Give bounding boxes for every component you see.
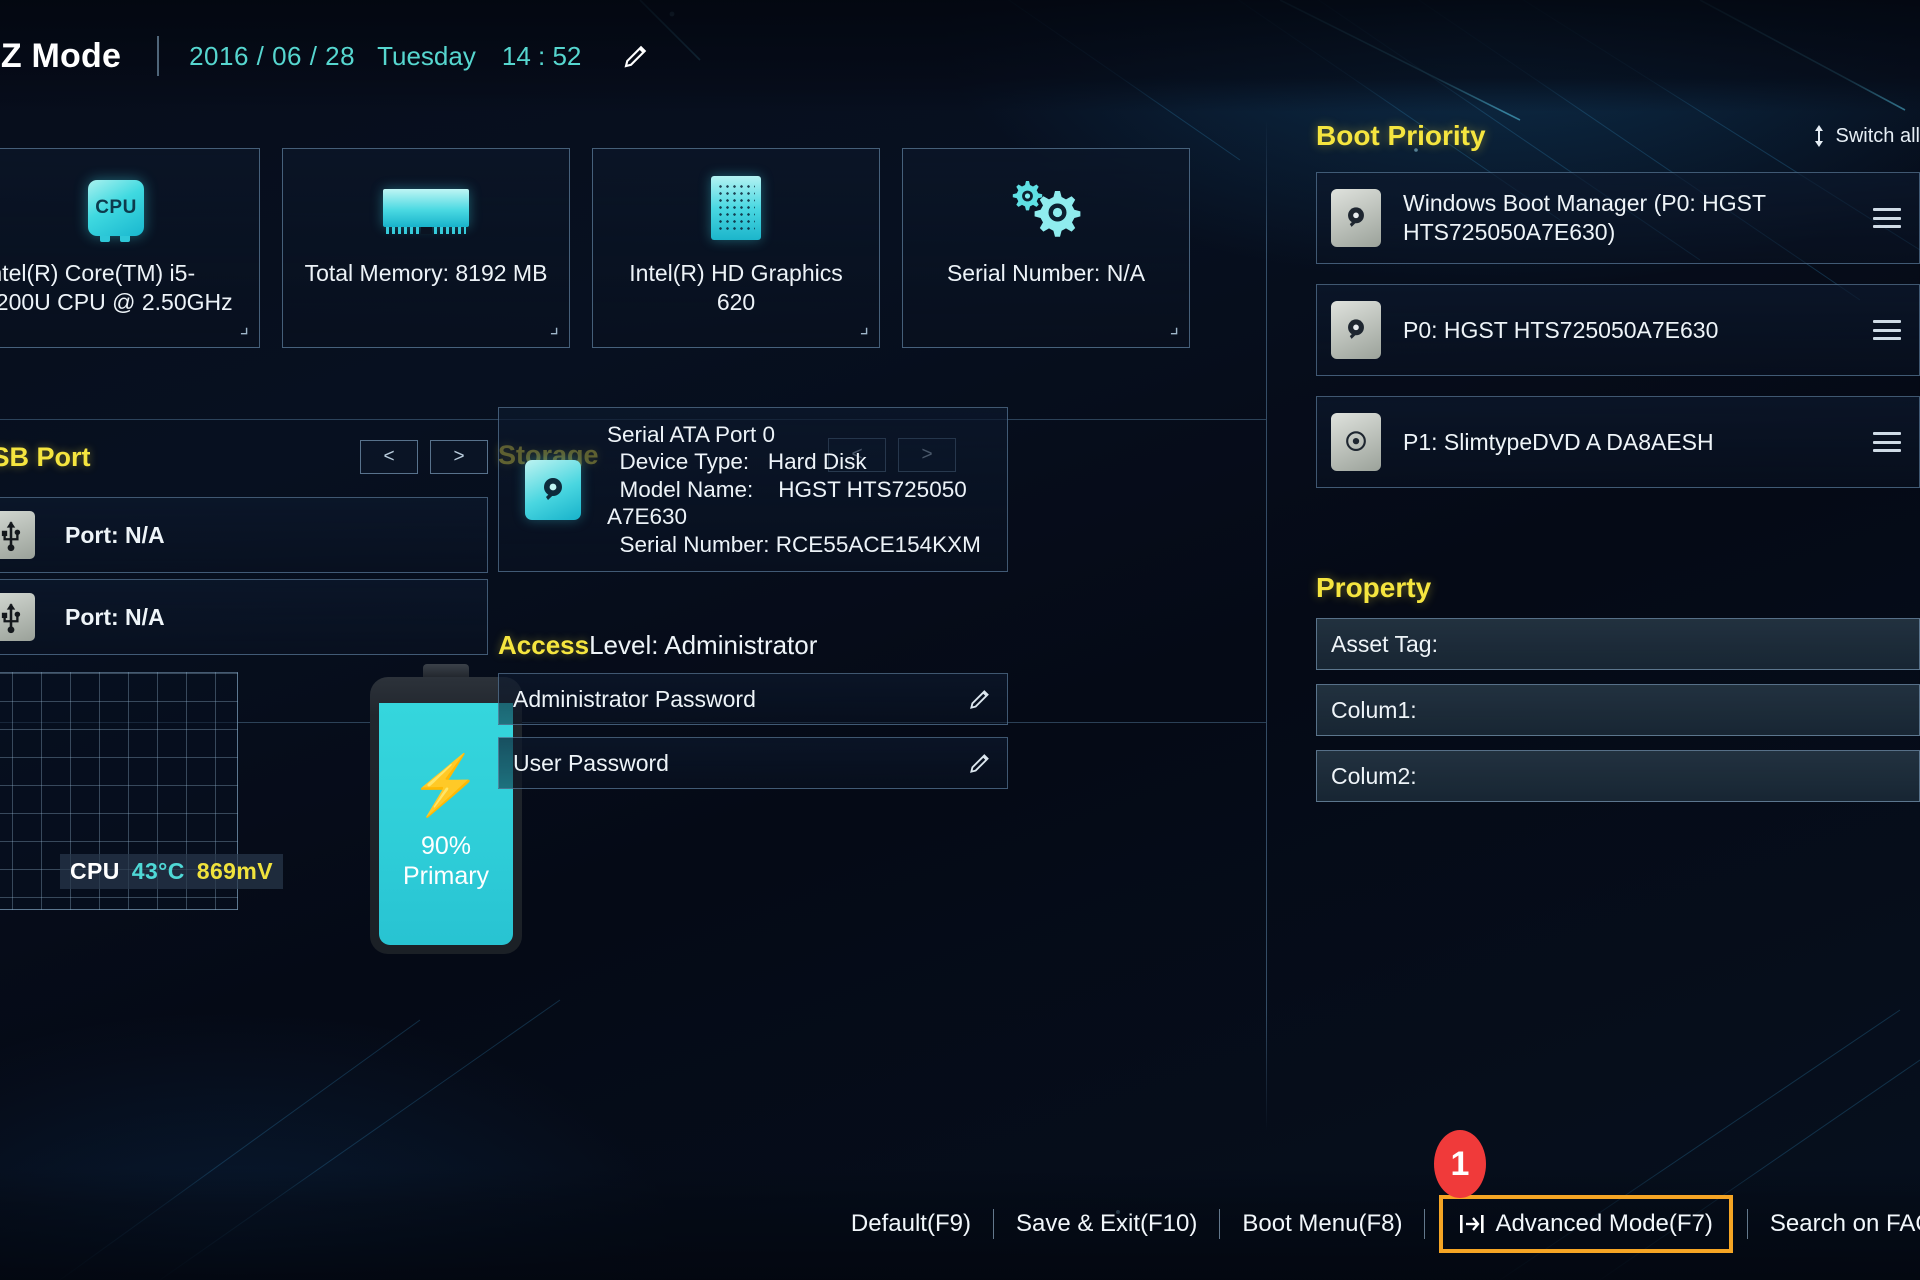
graphics-info-card[interactable]: Intel(R) HD Graphics 620 ⌟ bbox=[592, 148, 880, 348]
hard-disk-icon bbox=[1331, 301, 1381, 359]
usb-port-label: Port: N/A bbox=[65, 521, 165, 548]
bios-ez-mode-screen: EZ Mode 2016 / 06 / 28 Tuesday 14 : 52 C… bbox=[0, 0, 1920, 1280]
usb-port-row[interactable]: Port: N/A bbox=[0, 579, 488, 655]
main-content: CPU Intel(R) Core(TM) i5-7200U CPU @ 2.5… bbox=[0, 112, 1920, 1170]
memory-icon bbox=[383, 171, 469, 245]
boot-priority-title: Boot Priority bbox=[1316, 120, 1486, 151]
advanced-mode-label: Advanced Mode(F7) bbox=[1495, 1210, 1713, 1237]
storage-line: A7E630 bbox=[607, 504, 688, 530]
administrator-password-row[interactable]: Administrator Password bbox=[498, 673, 1008, 725]
search-on-faq-button[interactable]: Search on FAQ bbox=[1748, 1210, 1920, 1238]
boot-menu-f8-button[interactable]: Boot Menu(F8) bbox=[1220, 1210, 1424, 1238]
boot-item-label: Windows Boot Manager (P0: HGST HTS725050… bbox=[1403, 190, 1766, 245]
cpu-info-label: Intel(R) Core(TM) i5-7200U CPU @ 2.50GHz bbox=[0, 260, 233, 316]
battery-percent: 90% bbox=[420, 832, 472, 860]
switch-all-button[interactable]: Switch all bbox=[1811, 124, 1920, 148]
save-exit-f10-button[interactable]: Save & Exit(F10) bbox=[994, 1210, 1219, 1238]
system-date[interactable]: 2016 / 06 / 28 bbox=[189, 41, 355, 72]
boot-item-row[interactable]: P0: HGST HTS725050A7E630 bbox=[1316, 284, 1920, 376]
boot-item-label: P0: HGST HTS725050A7E630 bbox=[1403, 316, 1719, 343]
battery-cap bbox=[423, 664, 469, 677]
expand-corner-icon: ⌟ bbox=[1169, 316, 1179, 338]
drag-handle-icon[interactable] bbox=[1873, 432, 1901, 452]
boot-item-row[interactable]: P1: SlimtypeDVD A DA8AESH bbox=[1316, 396, 1920, 488]
header-divider bbox=[157, 36, 160, 76]
usb-icon bbox=[0, 511, 35, 559]
storage-line: Device Type: Hard Disk bbox=[607, 449, 867, 475]
usb-icon bbox=[0, 593, 35, 641]
system-weekday: Tuesday bbox=[377, 40, 476, 71]
property-row-asset-tag[interactable]: Asset Tag: bbox=[1316, 618, 1920, 670]
access-section: AccessLevel: Administrator Administrator… bbox=[498, 630, 1008, 801]
hard-disk-icon bbox=[525, 459, 581, 520]
access-header: AccessLevel: Administrator bbox=[498, 630, 1008, 661]
storage-device-panel[interactable]: Serial ATA Port 0 Device Type: Hard Disk… bbox=[498, 407, 1008, 572]
usb-port-label: Port: N/A bbox=[65, 603, 165, 630]
drag-handle-icon[interactable] bbox=[1873, 208, 1901, 228]
step-badge: 1 bbox=[1434, 1130, 1486, 1198]
right-column: Boot Priority Switch all Windows Boot Ma… bbox=[1316, 112, 1920, 802]
system-info-cards: CPU Intel(R) Core(TM) i5-7200U CPU @ 2.5… bbox=[0, 148, 1190, 348]
storage-device-details: Serial ATA Port 0 Device Type: Hard Disk… bbox=[607, 421, 981, 558]
usb-section-title: USB Port bbox=[0, 441, 91, 472]
pencil-icon bbox=[624, 45, 647, 68]
battery-source: Primary bbox=[402, 862, 490, 890]
expand-corner-icon: ⌟ bbox=[239, 316, 249, 338]
cpu-voltage-value: 869mV bbox=[196, 858, 273, 884]
page-title: EZ Mode bbox=[0, 36, 122, 75]
boot-item-row[interactable]: Windows Boot Manager (P0: HGST HTS725050… bbox=[1316, 172, 1920, 264]
edit-datetime-button[interactable] bbox=[621, 41, 651, 71]
user-password-label: User Password bbox=[513, 749, 669, 776]
toolbar-divider bbox=[1424, 1209, 1426, 1239]
bottom-toolbar: Default(F9) Save & Exit(F10) Boot Menu(F… bbox=[0, 1168, 1920, 1280]
hard-disk-icon bbox=[1331, 189, 1381, 247]
switch-all-label: Switch all bbox=[1835, 124, 1920, 147]
default-f9-button[interactable]: Default(F9) bbox=[829, 1210, 993, 1238]
serial-number-label: Serial Number: N/A bbox=[946, 260, 1146, 286]
storage-line: Serial ATA Port 0 bbox=[607, 421, 775, 447]
pencil-icon[interactable] bbox=[967, 750, 993, 776]
drag-handle-icon[interactable] bbox=[1873, 320, 1901, 340]
expand-corner-icon: ⌟ bbox=[549, 316, 559, 338]
top-header-bar: EZ Mode 2016 / 06 / 28 Tuesday 14 : 52 bbox=[0, 0, 1920, 112]
enter-arrow-icon bbox=[1459, 1213, 1485, 1235]
storage-line: Model Name: HGST HTS725050 bbox=[607, 476, 967, 502]
advanced-mode-f7-button[interactable]: Advanced Mode(F7) bbox=[1439, 1195, 1733, 1253]
battery-fill: ⚡ 90% Primary bbox=[379, 703, 513, 945]
expand-corner-icon: ⌟ bbox=[859, 316, 869, 338]
memory-info-card[interactable]: Total Memory: 8192 MB ⌟ bbox=[282, 148, 570, 348]
access-level-text: Level: Administrator bbox=[589, 630, 818, 660]
usb-pager: < > bbox=[360, 440, 488, 474]
usb-next-button[interactable]: > bbox=[430, 440, 488, 474]
optical-disc-icon bbox=[1331, 413, 1381, 471]
storage-line: Serial Number: RCE55ACE154KXM bbox=[607, 531, 981, 557]
usb-prev-button[interactable]: < bbox=[360, 440, 418, 474]
graphics-info-label: Intel(R) HD Graphics 620 bbox=[629, 260, 843, 316]
access-title: Access bbox=[498, 630, 590, 660]
lightning-bolt-icon: ⚡ bbox=[409, 753, 483, 818]
cpu-temperature-value: 43°C bbox=[131, 858, 185, 884]
gpu-icon bbox=[711, 171, 761, 245]
property-row-colum1[interactable]: Colum1: bbox=[1316, 684, 1920, 736]
cpu-icon: CPU bbox=[88, 171, 144, 245]
property-title: Property bbox=[1316, 572, 1432, 603]
cpu-readout: CPU 43°C 869mV bbox=[60, 854, 283, 889]
system-time[interactable]: 14 : 52 bbox=[502, 41, 582, 72]
pencil-icon[interactable] bbox=[967, 686, 993, 712]
user-password-row[interactable]: User Password bbox=[498, 737, 1008, 789]
serial-number-card[interactable]: Serial Number: N/A ⌟ bbox=[902, 148, 1190, 348]
up-down-arrow-icon bbox=[1814, 125, 1823, 147]
property-row-colum2[interactable]: Colum2: bbox=[1316, 750, 1920, 802]
boot-priority-header: Boot Priority Switch all bbox=[1316, 120, 1920, 152]
vertical-divider bbox=[1266, 120, 1267, 1130]
boot-item-label: P1: SlimtypeDVD A DA8AESH bbox=[1403, 428, 1714, 455]
administrator-password-label: Administrator Password bbox=[513, 685, 756, 712]
usb-port-row[interactable]: Port: N/A bbox=[0, 497, 488, 573]
memory-info-label: Total Memory: 8192 MB bbox=[304, 260, 548, 286]
cpu-readout-label: CPU bbox=[70, 858, 120, 884]
gears-icon bbox=[1001, 171, 1091, 245]
cpu-info-card[interactable]: CPU Intel(R) Core(TM) i5-7200U CPU @ 2.5… bbox=[0, 148, 260, 348]
usb-section-header: USB Port < > bbox=[0, 440, 488, 474]
